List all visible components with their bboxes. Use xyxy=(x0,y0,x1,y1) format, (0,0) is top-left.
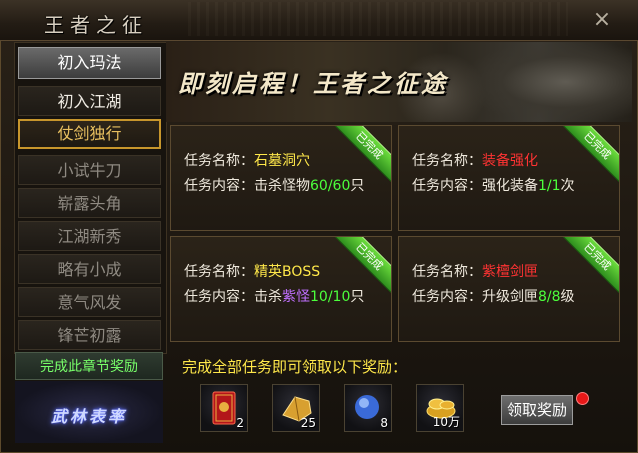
reward-title: 完成全部任务即可领取以下奖励： xyxy=(182,358,408,376)
banner: 即刻启程！王者之征途 xyxy=(166,42,632,122)
reward-item-gold-ingot[interactable]: 10万 xyxy=(416,384,464,432)
task-content-row: 任务内容：强化装备1/1次 xyxy=(412,175,575,195)
reward-item-blue-orb[interactable]: 8 xyxy=(344,384,392,432)
task-card: 任务名称：紫檀剑匣 任务内容：升级剑匣8/8级 已完成 xyxy=(398,236,620,342)
tab-chapter-7[interactable]: 略有小成 xyxy=(18,254,161,284)
badge-text: 武林表率 xyxy=(50,407,127,426)
chapter-sidebar: 初入玛法 初入江湖 仗剑独行 小试牛刀 崭露头角 江湖新秀 略有小成 意气风发 … xyxy=(14,42,167,354)
task-target: 紫怪 xyxy=(282,289,310,305)
task-name-row: 任务名称：石墓洞穴 xyxy=(184,150,310,170)
tab-chapter-9[interactable]: 锋芒初露 xyxy=(18,320,161,350)
task-name: 紫檀剑匣 xyxy=(482,264,538,280)
reward-item-gold-ore[interactable]: 25 xyxy=(272,384,320,432)
tab-chapter-5[interactable]: 崭露头角 xyxy=(18,188,161,218)
task-content: 击杀怪物 xyxy=(254,178,310,194)
tab-chapter-3[interactable]: 仗剑独行 xyxy=(18,119,161,149)
task-name-row: 任务名称：装备强化 xyxy=(412,150,538,170)
task-card: 任务名称：装备强化 任务内容：强化装备1/1次 已完成 xyxy=(398,125,620,231)
banner-slogan: 即刻启程！王者之征途 xyxy=(178,69,448,98)
task-name-row: 任务名称：精英BOSS xyxy=(184,261,320,281)
close-icon[interactable]: × xyxy=(591,9,613,31)
tab-chapter-2[interactable]: 初入江湖 xyxy=(18,86,161,116)
task-card: 任务名称：精英BOSS 任务内容：击杀紫怪10/10只 已完成 xyxy=(170,236,392,342)
quest-window: 王者之征 × 初入玛法 初入江湖 仗剑独行 小试牛刀 崭露头角 江湖新秀 略有小… xyxy=(0,0,638,453)
task-progress: 8/8 xyxy=(538,289,561,305)
task-name-row: 任务名称：紫檀剑匣 xyxy=(412,261,538,281)
task-unit: 次 xyxy=(560,178,575,194)
task-progress: 1/1 xyxy=(538,178,561,194)
tab-chapter-8[interactable]: 意气风发 xyxy=(18,287,161,317)
tab-chapter-6[interactable]: 江湖新秀 xyxy=(18,221,161,251)
claim-reward-button[interactable]: 领取奖励 xyxy=(501,395,573,425)
task-progress: 10/10 xyxy=(310,289,351,305)
tab-chapter-1[interactable]: 初入玛法 xyxy=(18,47,161,79)
task-name: 装备强化 xyxy=(482,153,538,169)
title-bar-decoration xyxy=(188,2,568,36)
banner-statue-artwork xyxy=(466,42,632,122)
task-content-label: 任务内容： xyxy=(184,178,254,194)
task-unit: 级 xyxy=(560,289,575,305)
task-content-label: 任务内容： xyxy=(412,178,482,194)
reward-count: 25 xyxy=(300,416,316,430)
reward-count: 2 xyxy=(236,416,244,430)
task-content-label: 任务内容： xyxy=(412,289,482,305)
window-title: 王者之征 xyxy=(44,13,148,37)
task-content-row: 任务内容：升级剑匣8/8级 xyxy=(412,286,575,306)
task-name-label: 任务名称： xyxy=(184,264,254,280)
task-content-row: 任务内容：击杀怪物60/60只 xyxy=(184,175,364,195)
task-name: 精英BOSS xyxy=(254,264,321,280)
task-content-label: 任务内容： xyxy=(184,289,254,305)
task-name: 石墓洞穴 xyxy=(254,153,310,169)
title-badge: 武林表率 xyxy=(15,381,163,443)
task-unit: 只 xyxy=(350,289,365,305)
task-content: 击杀 xyxy=(254,289,282,305)
reward-count: 8 xyxy=(380,416,388,430)
task-card: 任务名称：石墓洞穴 任务内容：击杀怪物60/60只 已完成 xyxy=(170,125,392,231)
task-name-label: 任务名称： xyxy=(412,264,482,280)
chapter-reward-label: 完成此章节奖励 xyxy=(15,352,163,380)
reward-item-red-scroll[interactable]: 2 xyxy=(200,384,248,432)
tab-chapter-4[interactable]: 小试牛刀 xyxy=(18,155,161,185)
notification-dot xyxy=(576,392,589,405)
task-content: 升级剑匣 xyxy=(482,289,538,305)
title-bar: 王者之征 × xyxy=(0,0,638,41)
main-panel: 即刻启程！王者之征途 任务名称：石墓洞穴 任务内容：击杀怪物60/60只 已完成… xyxy=(166,42,632,447)
task-progress: 60/60 xyxy=(310,178,351,194)
task-unit: 只 xyxy=(350,178,365,194)
reward-count: 10万 xyxy=(432,415,460,429)
task-name-label: 任务名称： xyxy=(184,153,254,169)
task-content: 强化装备 xyxy=(482,178,538,194)
task-name-label: 任务名称： xyxy=(412,153,482,169)
task-content-row: 任务内容：击杀紫怪10/10只 xyxy=(184,286,364,306)
